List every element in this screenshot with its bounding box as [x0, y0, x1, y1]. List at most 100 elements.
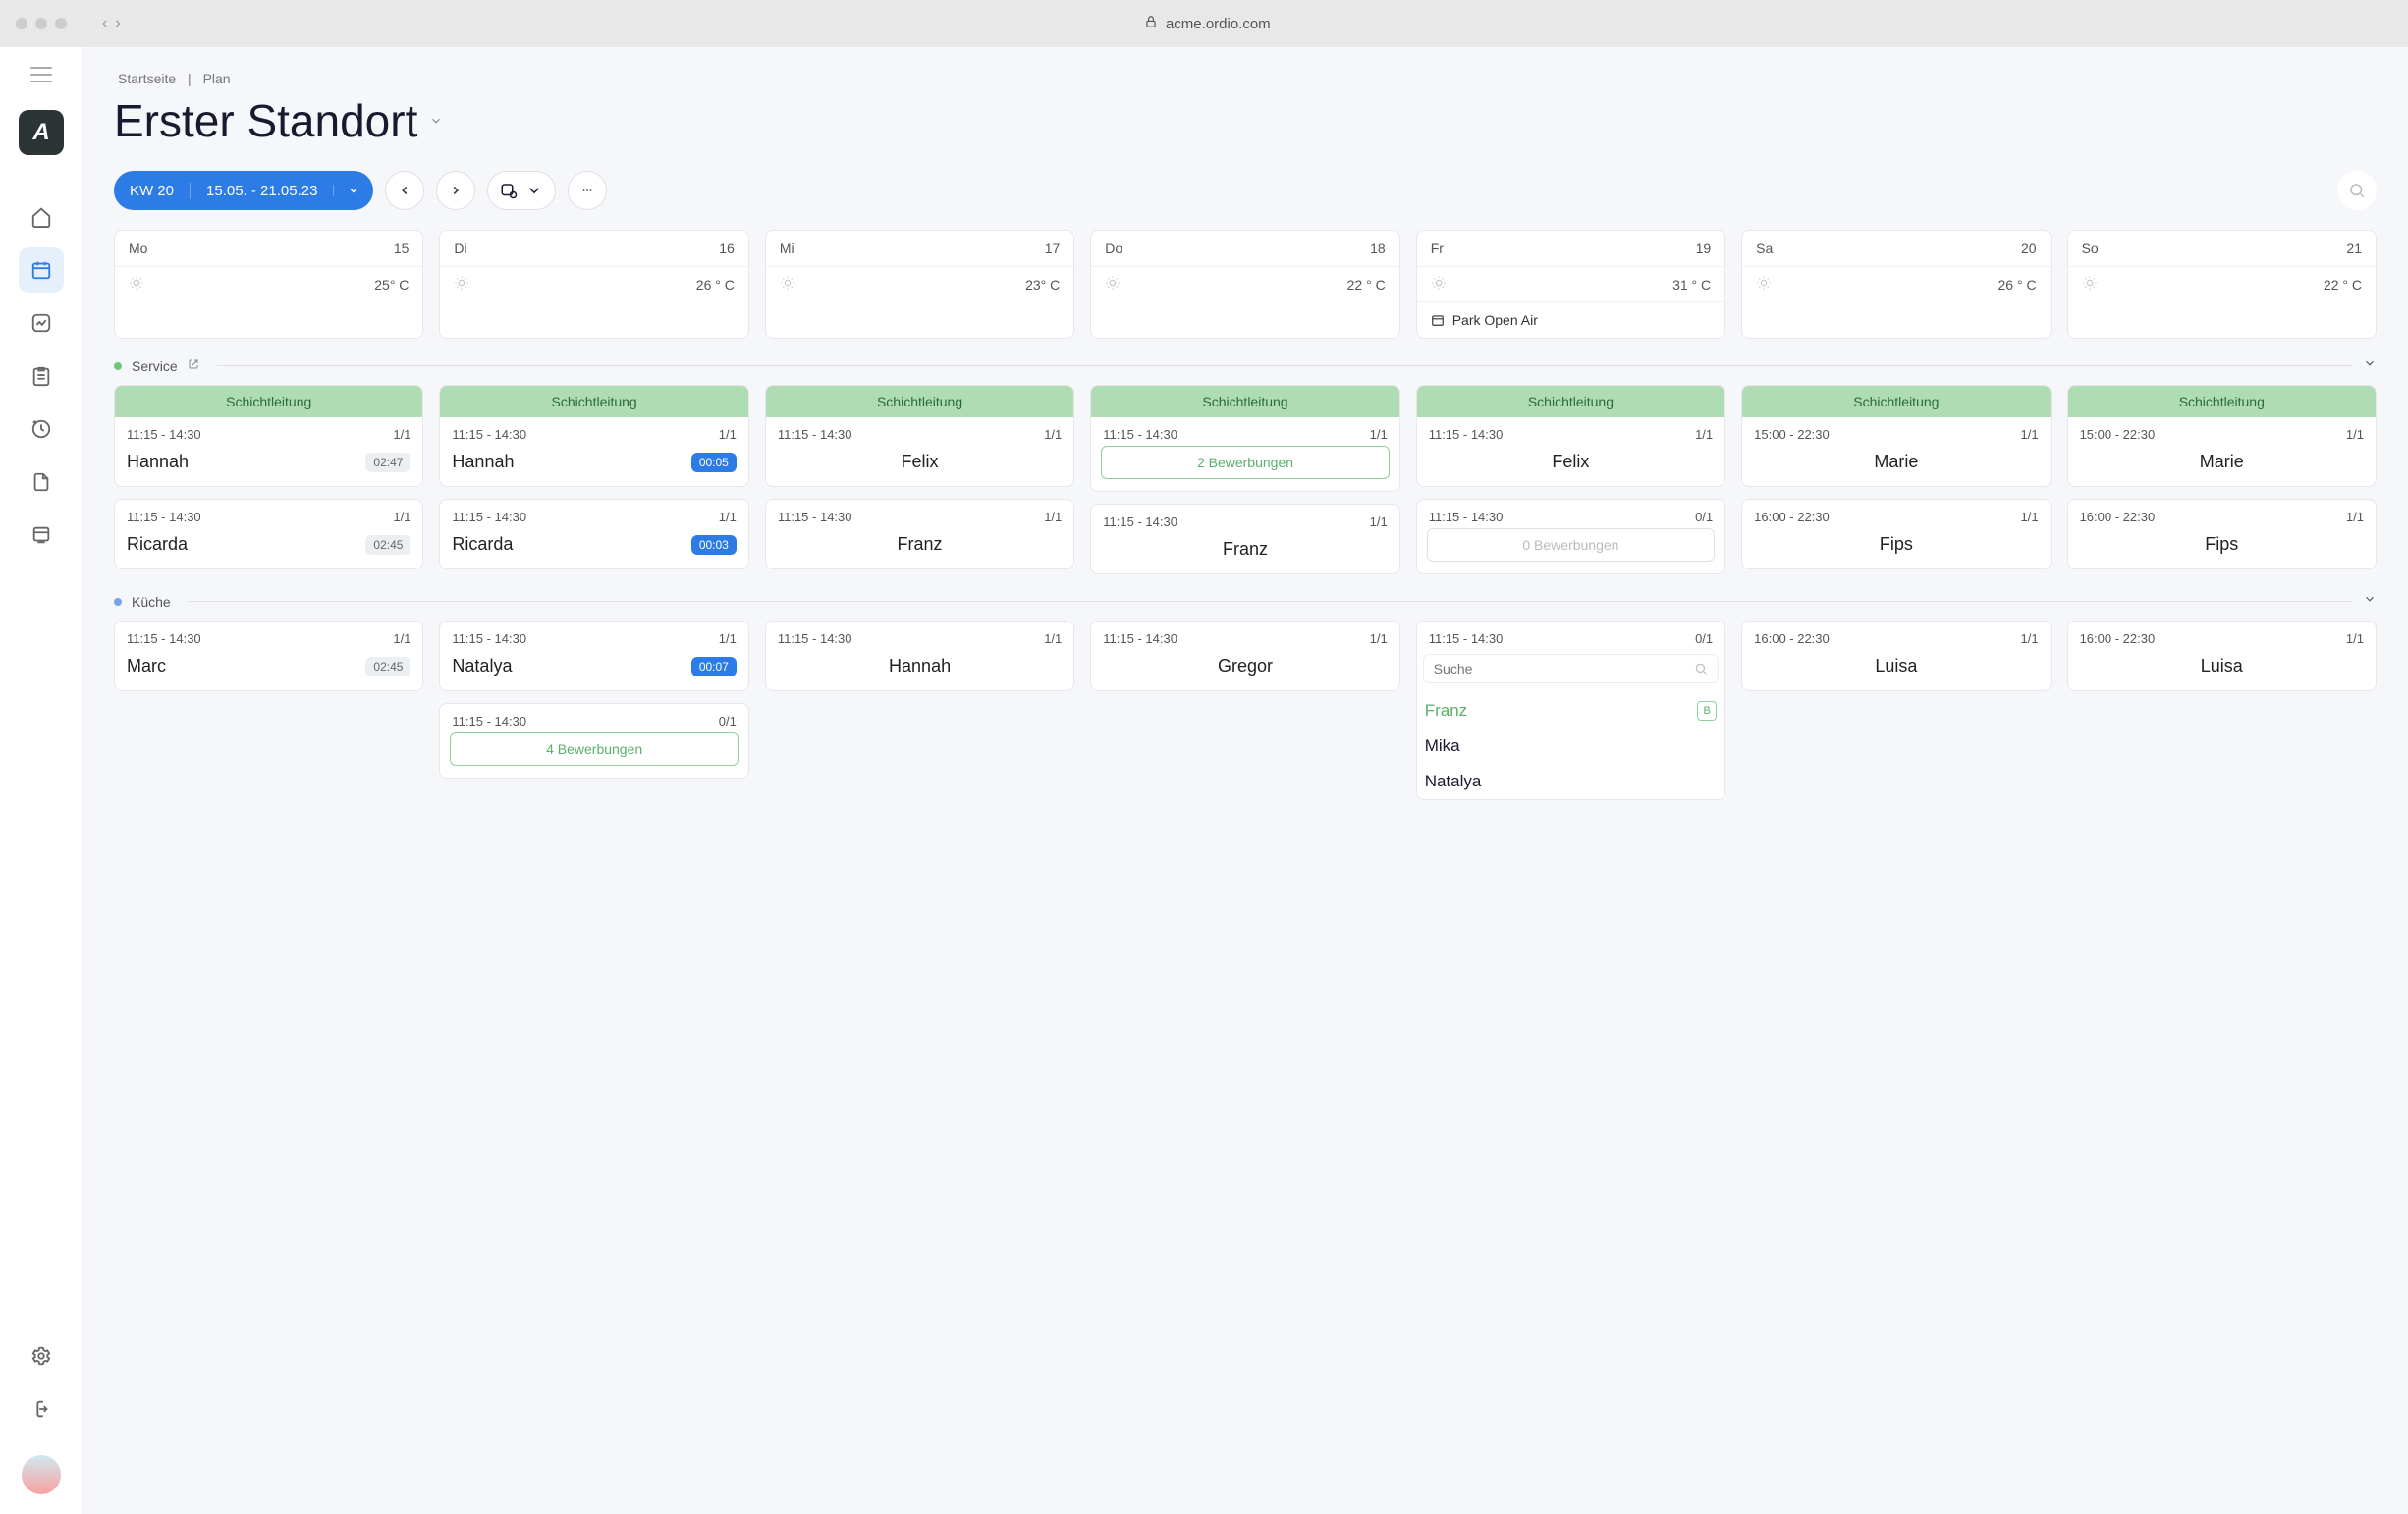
breadcrumb: Startseite | Plan	[114, 71, 2377, 86]
filter-button[interactable]	[487, 171, 556, 210]
week-selector[interactable]: KW 20 15.05. - 21.05.23	[114, 171, 373, 210]
day-of-week: Sa	[1756, 241, 1773, 256]
dropdown-item[interactable]: Natalya	[1423, 764, 1719, 799]
shift-card[interactable]: 11:15 - 14:300/10 Bewerbungen	[1416, 499, 1725, 574]
browser-bar: ‹ › acme.ordio.com	[0, 0, 2408, 47]
url-text[interactable]: acme.ordio.com	[1166, 16, 1271, 32]
shift-card[interactable]: 11:15 - 14:301/1Franz	[1090, 504, 1399, 574]
minimize-icon[interactable]	[35, 18, 47, 29]
day-column[interactable]: Sa20 26 ° C	[1741, 230, 2051, 339]
shift-card[interactable]: Schichtleitung11:15 - 14:301/1Felix	[1416, 385, 1725, 487]
breadcrumb-current[interactable]: Plan	[203, 71, 231, 86]
assignee-dropdown[interactable]: FranzBMikaNatalya	[1417, 650, 1724, 799]
sun-icon	[129, 275, 144, 294]
search-input[interactable]	[1434, 661, 1694, 676]
shift-card[interactable]: 11:15 - 14:301/1Marc02:45	[114, 621, 423, 691]
close-icon[interactable]	[16, 18, 27, 29]
nav-settings[interactable]	[19, 1333, 64, 1379]
day-column[interactable]: So21 22 ° C	[2067, 230, 2377, 339]
day-column[interactable]: Mo15 25° C	[114, 230, 423, 339]
applications-box[interactable]: 4 Bewerbungen	[450, 732, 738, 766]
menu-icon[interactable]	[30, 67, 52, 82]
day-number: 16	[719, 241, 735, 256]
shift-column: 11:15 - 14:301/1Gregor	[1090, 621, 1399, 800]
shift-time: 11:15 - 14:30	[127, 427, 201, 442]
shift-time: 11:15 - 14:30	[127, 631, 201, 646]
shift-card[interactable]: Schichtleitung11:15 - 14:301/1Felix	[765, 385, 1074, 487]
shift-count: 1/1	[1044, 631, 1062, 646]
shift-card[interactable]: 16:00 - 22:301/1Fips	[2067, 499, 2377, 569]
nav-tasks[interactable]	[19, 353, 64, 399]
applications-box[interactable]: 0 Bewerbungen	[1427, 528, 1715, 562]
nav-calendar[interactable]	[19, 247, 64, 293]
day-of-week: So	[2082, 241, 2099, 256]
shift-assignee: Marie	[2080, 452, 2364, 472]
shift-card[interactable]: Schichtleitung11:15 - 14:301/1Hannah02:4…	[114, 385, 423, 487]
shift-card[interactable]: 11:15 - 14:301/1Ricarda00:03	[439, 499, 748, 569]
shift-card[interactable]: 11:15 - 14:301/1Ricarda02:45	[114, 499, 423, 569]
nav-home[interactable]	[19, 194, 64, 240]
maximize-icon[interactable]	[55, 18, 67, 29]
shift-card[interactable]: 11:15 - 14:301/1Gregor	[1090, 621, 1399, 691]
shift-column: 11:15 - 14:301/1Marc02:45	[114, 621, 423, 800]
section-header[interactable]: Service	[114, 356, 2377, 375]
day-number: 17	[1045, 241, 1061, 256]
more-button[interactable]	[568, 171, 607, 210]
shift-card[interactable]: 11:15 - 14:301/1Natalya00:07	[439, 621, 748, 691]
nav-analytics[interactable]	[19, 300, 64, 346]
applications-box[interactable]: 2 Bewerbungen	[1101, 446, 1389, 479]
shift-count: 0/1	[1695, 631, 1713, 646]
section-header[interactable]: Küche	[114, 592, 2377, 611]
days-row: Mo15 25° CDi16 26 ° CMi17 23° CDo18 22 °…	[114, 230, 2377, 339]
shift-card[interactable]: 16:00 - 22:301/1Luisa	[2067, 621, 2377, 691]
next-week-button[interactable]	[436, 171, 475, 210]
breadcrumb-home[interactable]: Startseite	[118, 71, 176, 86]
back-icon[interactable]: ‹	[102, 15, 107, 32]
shift-card[interactable]: 11:15 - 14:301/1Hannah	[765, 621, 1074, 691]
shift-assignee: Natalya	[452, 656, 512, 676]
shift-column: Schichtleitung11:15 - 14:301/1Hannah00:0…	[439, 385, 748, 574]
prev-week-button[interactable]	[385, 171, 424, 210]
lock-icon	[1144, 15, 1158, 32]
day-number: 18	[1370, 241, 1386, 256]
shift-time: 16:00 - 22:30	[2080, 631, 2156, 646]
shift-count: 1/1	[2020, 510, 2038, 524]
shift-card[interactable]: Schichtleitung15:00 - 22:301/1Marie	[2067, 385, 2377, 487]
chevron-down-icon	[2363, 592, 2377, 611]
shift-count: 1/1	[719, 427, 737, 442]
day-column[interactable]: Do18 22 ° C	[1090, 230, 1399, 339]
time-badge: 02:45	[365, 657, 410, 676]
shift-card[interactable]: 16:00 - 22:301/1Fips	[1741, 499, 2051, 569]
nav-logout[interactable]	[19, 1386, 64, 1432]
shift-assignee: Luisa	[1754, 656, 2038, 676]
nav-data[interactable]	[19, 513, 64, 558]
section-dot-icon	[114, 598, 122, 606]
dropdown-item[interactable]: FranzB	[1423, 693, 1719, 729]
shift-column: Schichtleitung15:00 - 22:301/1Marie 16:00…	[1741, 385, 2051, 574]
shift-card[interactable]: Schichtleitung11:15 - 14:301/12 Bewerbun…	[1090, 385, 1399, 492]
shift-assignee: Marie	[1754, 452, 2038, 472]
page-title[interactable]: Erster Standort	[114, 94, 2377, 147]
day-column[interactable]: Fr19 31 ° CPark Open Air	[1416, 230, 1725, 339]
day-column[interactable]: Mi17 23° C	[765, 230, 1074, 339]
shift-card[interactable]: 11:15 - 14:300/1 FranzBMikaNatalya	[1416, 621, 1725, 800]
shift-card[interactable]: Schichtleitung15:00 - 22:301/1Marie	[1741, 385, 2051, 487]
shift-count: 1/1	[2020, 631, 2038, 646]
dropdown-item[interactable]: Mika	[1423, 729, 1719, 764]
forward-icon[interactable]: ›	[115, 15, 120, 32]
shift-count: 1/1	[393, 510, 410, 524]
time-badge: 00:03	[691, 535, 737, 555]
chevron-down-icon	[525, 182, 543, 199]
shift-card[interactable]: 16:00 - 22:301/1Luisa	[1741, 621, 2051, 691]
shift-count: 1/1	[1370, 631, 1388, 646]
shift-card[interactable]: 11:15 - 14:300/14 Bewerbungen	[439, 703, 748, 779]
shift-card[interactable]: Schichtleitung11:15 - 14:301/1Hannah00:0…	[439, 385, 748, 487]
nav-files[interactable]	[19, 460, 64, 505]
shift-card[interactable]: 11:15 - 14:301/1Franz	[765, 499, 1074, 569]
search-button[interactable]	[2337, 171, 2377, 210]
avatar[interactable]	[22, 1455, 61, 1494]
nav-time[interactable]	[19, 406, 64, 452]
day-number: 15	[394, 241, 410, 256]
app-logo[interactable]: A	[19, 110, 64, 155]
day-column[interactable]: Di16 26 ° C	[439, 230, 748, 339]
